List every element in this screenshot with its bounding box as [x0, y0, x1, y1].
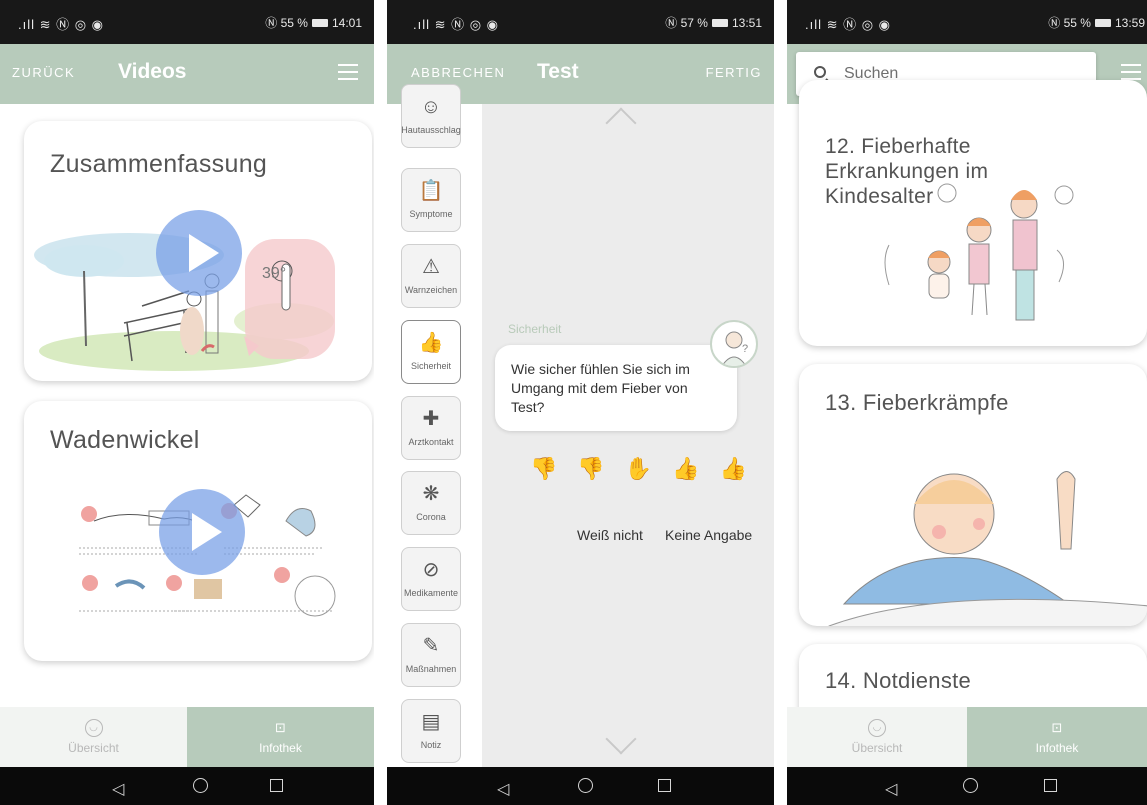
book-icon: ⊡: [275, 720, 286, 735]
status-bar: .ıll ≋ Ⓝ ◎ ◉ Ⓝ 57 % 13:51: [387, 0, 774, 44]
thumbs-up-icon: 👍: [418, 332, 444, 354]
tab-label: Übersicht: [68, 741, 119, 755]
done-button[interactable]: FERTIG: [706, 65, 762, 80]
tab-infothek[interactable]: ⊡ Infothek: [967, 707, 1147, 767]
hand-icon: ✎: [422, 635, 440, 657]
info-card-febrile-seizures[interactable]: 13. Fieberkrämpfe: [799, 364, 1147, 626]
sidebar-item-measures[interactable]: ✎ Maßnahmen: [401, 623, 461, 687]
nav-recent-apps-icon[interactable]: [1044, 779, 1057, 792]
nav-recent-apps-icon[interactable]: [658, 779, 671, 792]
virus-icon: ❋: [422, 483, 440, 505]
sidebar-item-safety[interactable]: 👍 Sicherheit: [401, 320, 461, 384]
bottom-tab-bar: ◡ Übersicht ⊡ Infothek: [0, 707, 374, 767]
doctor-avatar: ?: [710, 320, 758, 368]
page-title: Test: [537, 60, 579, 83]
tab-infothek[interactable]: ⊡ Infothek: [187, 707, 374, 767]
clock: 13:59: [1114, 15, 1145, 30]
app-bar: ZURÜCK Videos: [0, 44, 374, 104]
tab-label: Infothek: [259, 741, 302, 755]
sidebar-item-warning-signs[interactable]: ⚠ Warnzeichen: [401, 244, 461, 308]
nav-home-icon[interactable]: [193, 778, 208, 793]
sidebar-item-medication[interactable]: ⊘ Medikamente: [401, 547, 461, 611]
tab-overview[interactable]: ◡ Übersicht: [0, 707, 187, 767]
sick-child-illustration: [828, 471, 1147, 626]
svg-text:?: ?: [742, 343, 748, 355]
status-bar: .ıll ≋ Ⓝ ◎ ◉ Ⓝ 55 % 13:59: [787, 0, 1147, 44]
tab-label: Infothek: [1035, 741, 1079, 755]
pill-icon: ⊘: [422, 559, 440, 581]
bottom-tab-bar: ◡ Übersicht ⊡ Infothek: [787, 707, 1147, 767]
dont-know-option[interactable]: Weiß nicht: [577, 527, 643, 543]
battery-icon: [1094, 18, 1111, 27]
info-card-title: 14. Notdienste: [825, 668, 972, 693]
rash-icon: ☺: [420, 96, 442, 118]
smiley-icon: ◡: [84, 719, 103, 737]
tab-overview[interactable]: ◡ Übersicht: [787, 707, 967, 767]
battery-percent: Ⓝ 57 %: [665, 16, 708, 30]
smiley-icon: ◡: [868, 719, 886, 737]
nav-recent-apps-icon[interactable]: [270, 779, 283, 792]
nav-back-icon[interactable]: ◁: [885, 779, 897, 799]
warning-icon: ⚠: [422, 256, 440, 278]
medical-cross-icon: ✚: [422, 408, 440, 430]
no-answer-option[interactable]: Keine Angabe: [665, 527, 752, 543]
search-icon: [814, 66, 826, 78]
play-video-button[interactable]: [156, 210, 242, 296]
rating-very-sure-icon[interactable]: 👍: [720, 458, 747, 480]
videos-screen: .ıll ≋ Ⓝ ◎ ◉ Ⓝ 55 % 14:01 ZURÜCK Videos …: [0, 0, 374, 805]
cancel-button[interactable]: ABBRECHEN: [411, 65, 505, 80]
clipboard-icon: 📋: [418, 180, 444, 202]
infothek-screen: .ıll ≋ Ⓝ ◎ ◉ Ⓝ 55 % 13:59 12. Fieberhaft…: [787, 0, 1147, 805]
question-area: [482, 104, 774, 767]
back-button[interactable]: ZURÜCK: [12, 65, 75, 80]
battery-icon: [311, 18, 328, 27]
children-illustration: [884, 183, 1074, 321]
rating-scale: 👎 👎 ✋ 👍 👍: [530, 458, 747, 480]
nav-back-icon[interactable]: ◁: [112, 779, 124, 799]
sidebar-item-symptoms[interactable]: 📋 Symptome: [401, 168, 461, 232]
sidebar-item-corona[interactable]: ❋ Corona: [401, 471, 461, 535]
rating-neutral-icon[interactable]: ✋: [625, 458, 652, 480]
rating-very-unsure-icon[interactable]: 👎: [530, 458, 557, 480]
nav-back-icon[interactable]: ◁: [497, 779, 509, 799]
page-title: Videos: [118, 60, 187, 83]
hamburger-menu-icon[interactable]: [338, 64, 358, 80]
book-icon: ⊡: [1051, 720, 1063, 735]
nav-home-icon[interactable]: [578, 778, 593, 793]
play-video-button[interactable]: [159, 489, 245, 575]
signal-wifi-icons: .ıll ≋ Ⓝ ◎ ◉: [413, 17, 500, 32]
signal-wifi-icons: .ıll ≋ Ⓝ ◎ ◉: [805, 17, 892, 32]
tab-label: Übersicht: [851, 741, 903, 755]
test-screen: .ıll ≋ Ⓝ ◎ ◉ Ⓝ 57 % 13:51 ABBRECHEN Test…: [387, 0, 774, 805]
system-nav-bar: ◁: [0, 767, 374, 805]
sidebar-item-rash[interactable]: ☺ Hautausschlag: [401, 84, 461, 148]
battery-percent: Ⓝ 55 %: [1048, 16, 1091, 30]
info-card-febrile-illness[interactable]: 12. Fieberhafte Erkrankungen im Kindesal…: [799, 80, 1147, 346]
status-bar: .ıll ≋ Ⓝ ◎ ◉ Ⓝ 55 % 14:01: [0, 0, 374, 44]
system-nav-bar: ◁: [387, 767, 774, 805]
battery-percent: Ⓝ 55 %: [265, 16, 308, 30]
sidebar-item-doctor-contact[interactable]: ✚ Arztkontakt: [401, 396, 461, 460]
svg-text:39°: 39°: [262, 265, 286, 282]
clock: 14:01: [331, 15, 362, 30]
rating-unsure-icon[interactable]: 👎: [577, 458, 604, 480]
video-card-summary[interactable]: Zusammenfassung 39°: [24, 121, 372, 381]
system-nav-bar: ◁: [787, 767, 1147, 805]
signal-wifi-icons: .ıll ≋ Ⓝ ◎ ◉: [18, 17, 105, 32]
category-sidebar: ☺ Hautausschlag 📋 Symptome ⚠ Warnzeichen…: [387, 84, 482, 767]
rating-sure-icon[interactable]: 👍: [672, 458, 699, 480]
clock: 13:51: [731, 15, 762, 30]
question-bubble: Wie sicher fühlen Sie sich im Umgang mit…: [495, 345, 737, 431]
note-icon: ▤: [421, 711, 441, 733]
video-card-calf-compress[interactable]: Wadenwickel: [24, 401, 372, 661]
hamburger-menu-icon[interactable]: [1121, 64, 1141, 80]
nav-home-icon[interactable]: [963, 778, 978, 793]
sidebar-item-note[interactable]: ▤ Notiz: [401, 699, 461, 763]
battery-icon: [711, 18, 728, 27]
question-category-caption: Sicherheit: [508, 322, 562, 336]
